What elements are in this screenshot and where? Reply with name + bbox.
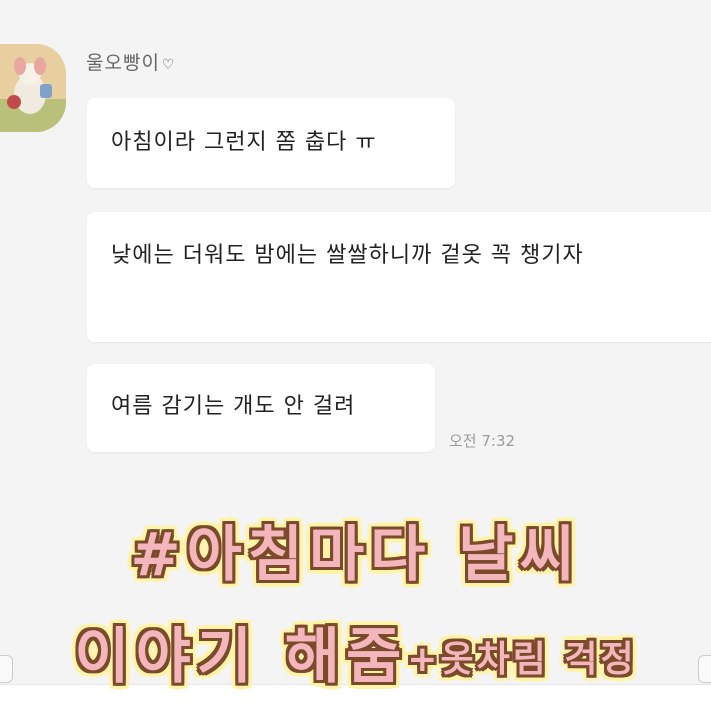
message-text: 아침이라 그런지 쫌 춥다 ㅠ [111, 130, 377, 155]
heart-icon: ♡ [161, 57, 176, 73]
sender-name-label: 울오빵이 [86, 52, 160, 74]
avatar[interactable] [0, 44, 66, 132]
message-text: 낮에는 더워도 밤에는 쌀쌀하니까 겉옷 꼭 챙기자 [111, 243, 584, 268]
caption-line-2: 이야기 해줌+옷차림 걱정 [0, 608, 711, 695]
caption-line-2-main: 이야기 해줌 [74, 622, 408, 692]
message-bubble[interactable]: 아침이라 그런지 쫌 춥다 ㅠ [87, 98, 455, 188]
sender-name: 울오빵이 ♡ [86, 48, 175, 75]
message-timestamp: 오전 7:32 [449, 432, 516, 450]
message-bubble[interactable]: 낮에는 더워도 밤에는 쌀쌀하니까 겉옷 꼭 챙기자 [87, 212, 711, 342]
profile-photo-icon [0, 44, 66, 132]
caption-line-1: #아침마다 날씨 [130, 520, 581, 590]
message-bubble[interactable]: 여름 감기는 개도 안 걸려 [87, 364, 435, 452]
message-text: 여름 감기는 개도 안 걸려 [111, 394, 356, 419]
caption-line-2-small: +옷차림 걱정 [407, 639, 637, 680]
